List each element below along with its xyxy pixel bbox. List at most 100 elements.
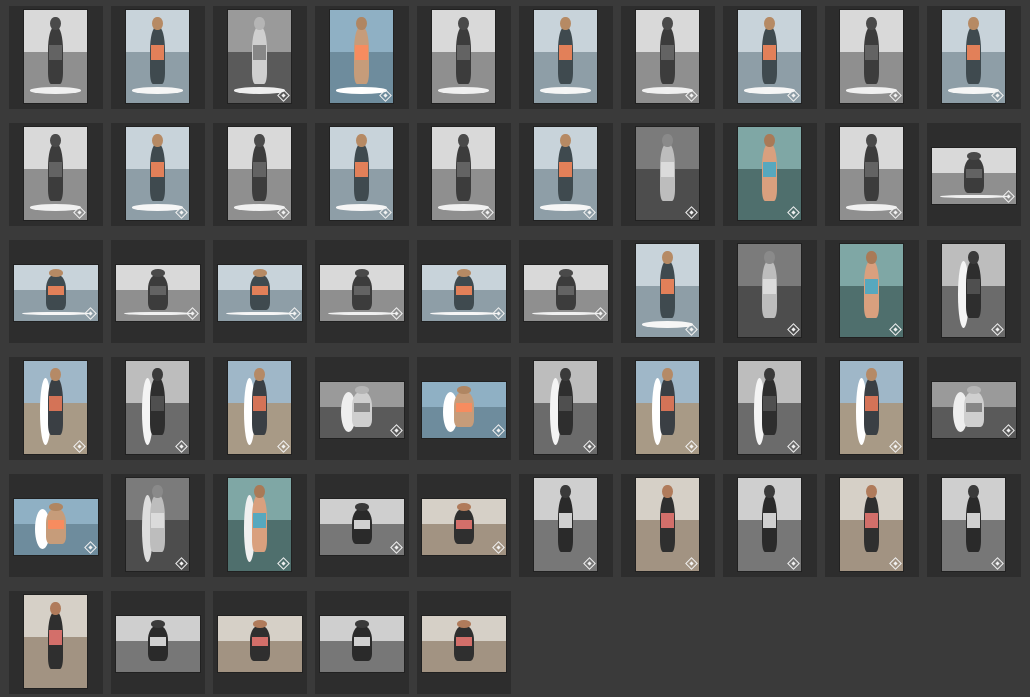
thumbnail-cell[interactable]: [315, 6, 409, 109]
thumbnail-cell[interactable]: [111, 240, 205, 343]
thumbnail-cell[interactable]: [9, 591, 103, 694]
photo-thumbnail[interactable]: [422, 499, 506, 555]
thumbnail-cell[interactable]: [621, 474, 715, 577]
photo-thumbnail[interactable]: [738, 10, 801, 103]
photo-thumbnail[interactable]: [422, 616, 506, 672]
photo-thumbnail[interactable]: [126, 127, 189, 220]
photo-thumbnail[interactable]: [932, 148, 1016, 204]
thumbnail-cell[interactable]: [519, 357, 613, 460]
thumbnail-cell[interactable]: [417, 240, 511, 343]
photo-thumbnail[interactable]: [218, 616, 302, 672]
thumbnail-cell[interactable]: [213, 357, 307, 460]
photo-thumbnail[interactable]: [534, 10, 597, 103]
photo-thumbnail[interactable]: [228, 10, 291, 103]
photo-thumbnail[interactable]: [636, 10, 699, 103]
thumbnail-cell[interactable]: [417, 357, 511, 460]
photo-thumbnail[interactable]: [116, 265, 200, 321]
thumbnail-cell[interactable]: [315, 357, 409, 460]
thumbnail-cell[interactable]: [723, 357, 817, 460]
photo-thumbnail[interactable]: [636, 244, 699, 337]
thumbnail-cell[interactable]: [417, 6, 511, 109]
photo-thumbnail[interactable]: [24, 127, 87, 220]
photo-thumbnail[interactable]: [840, 478, 903, 571]
thumbnail-cell[interactable]: [927, 357, 1021, 460]
thumbnail-cell[interactable]: [417, 474, 511, 577]
thumbnail-cell[interactable]: [927, 6, 1021, 109]
photo-thumbnail[interactable]: [840, 127, 903, 220]
photo-thumbnail[interactable]: [840, 361, 903, 454]
thumbnail-cell[interactable]: [417, 591, 511, 694]
photo-thumbnail[interactable]: [116, 616, 200, 672]
photo-thumbnail[interactable]: [840, 244, 903, 337]
thumbnail-cell[interactable]: [519, 123, 613, 226]
thumbnail-cell[interactable]: [621, 123, 715, 226]
thumbnail-cell[interactable]: [519, 240, 613, 343]
thumbnail-cell[interactable]: [621, 357, 715, 460]
photo-thumbnail[interactable]: [738, 361, 801, 454]
thumbnail-cell[interactable]: [213, 474, 307, 577]
photo-thumbnail[interactable]: [942, 244, 1005, 337]
thumbnail-cell[interactable]: [9, 6, 103, 109]
photo-thumbnail[interactable]: [320, 499, 404, 555]
thumbnail-cell[interactable]: [9, 123, 103, 226]
photo-thumbnail[interactable]: [636, 478, 699, 571]
photo-thumbnail[interactable]: [228, 361, 291, 454]
photo-thumbnail[interactable]: [330, 127, 393, 220]
photo-thumbnail[interactable]: [320, 616, 404, 672]
photo-thumbnail[interactable]: [24, 361, 87, 454]
thumbnail-cell[interactable]: [213, 240, 307, 343]
thumbnail-cell[interactable]: [111, 357, 205, 460]
thumbnail-cell[interactable]: [825, 123, 919, 226]
thumbnail-cell[interactable]: [315, 123, 409, 226]
photo-thumbnail[interactable]: [738, 244, 801, 337]
thumbnail-cell[interactable]: [621, 6, 715, 109]
thumbnail-cell[interactable]: [315, 240, 409, 343]
photo-thumbnail[interactable]: [24, 10, 87, 103]
photo-thumbnail[interactable]: [738, 478, 801, 571]
thumbnail-cell[interactable]: [315, 591, 409, 694]
thumbnail-cell[interactable]: [825, 357, 919, 460]
photo-thumbnail[interactable]: [524, 265, 608, 321]
photo-thumbnail[interactable]: [738, 127, 801, 220]
thumbnail-cell[interactable]: [621, 240, 715, 343]
thumbnail-cell[interactable]: [111, 6, 205, 109]
thumbnail-cell[interactable]: [213, 591, 307, 694]
thumbnail-cell[interactable]: [9, 474, 103, 577]
thumbnail-cell[interactable]: [927, 240, 1021, 343]
photo-thumbnail[interactable]: [422, 382, 506, 438]
photo-thumbnail[interactable]: [320, 265, 404, 321]
photo-thumbnail[interactable]: [126, 478, 189, 571]
photo-thumbnail[interactable]: [126, 10, 189, 103]
photo-thumbnail[interactable]: [432, 10, 495, 103]
thumbnail-cell[interactable]: [9, 240, 103, 343]
photo-thumbnail[interactable]: [432, 127, 495, 220]
thumbnail-cell[interactable]: [417, 123, 511, 226]
thumbnail-cell[interactable]: [213, 6, 307, 109]
thumbnail-cell[interactable]: [825, 240, 919, 343]
photo-thumbnail[interactable]: [840, 10, 903, 103]
thumbnail-cell[interactable]: [723, 240, 817, 343]
thumbnail-cell[interactable]: [723, 123, 817, 226]
photo-thumbnail[interactable]: [126, 361, 189, 454]
photo-thumbnail[interactable]: [24, 595, 87, 688]
photo-thumbnail[interactable]: [942, 478, 1005, 571]
thumbnail-cell[interactable]: [111, 591, 205, 694]
photo-thumbnail[interactable]: [636, 127, 699, 220]
thumbnail-cell[interactable]: [519, 6, 613, 109]
photo-thumbnail[interactable]: [422, 265, 506, 321]
thumbnail-cell[interactable]: [111, 474, 205, 577]
photo-thumbnail[interactable]: [330, 10, 393, 103]
photo-thumbnail[interactable]: [228, 127, 291, 220]
photo-thumbnail[interactable]: [320, 382, 404, 438]
photo-thumbnail[interactable]: [14, 265, 98, 321]
thumbnail-cell[interactable]: [927, 474, 1021, 577]
photo-thumbnail[interactable]: [218, 265, 302, 321]
thumbnail-cell[interactable]: [111, 123, 205, 226]
thumbnail-cell[interactable]: [213, 123, 307, 226]
thumbnail-cell[interactable]: [519, 474, 613, 577]
thumbnail-cell[interactable]: [315, 474, 409, 577]
thumbnail-cell[interactable]: [723, 6, 817, 109]
photo-thumbnail[interactable]: [534, 478, 597, 571]
photo-thumbnail[interactable]: [14, 499, 98, 555]
photo-thumbnail[interactable]: [228, 478, 291, 571]
